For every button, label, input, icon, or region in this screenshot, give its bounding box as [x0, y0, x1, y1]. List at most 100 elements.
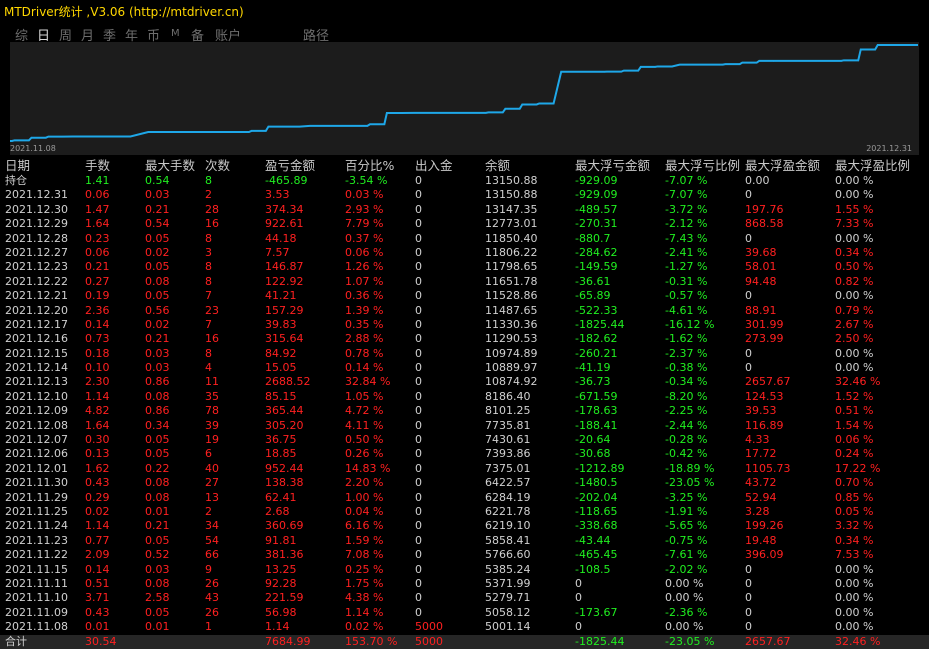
- table-cell: 1.05 %: [345, 389, 384, 403]
- equity-point: [535, 103, 538, 106]
- table-cell: 2021.12.21: [5, 289, 68, 303]
- table-cell: 0.43: [85, 476, 110, 490]
- table-cell: 19: [205, 433, 219, 447]
- table-cell: 3.53: [265, 188, 290, 202]
- table-cell: -880.7: [575, 231, 611, 245]
- table-cell: 0: [745, 346, 752, 360]
- x-axis-start-label: 2021.11.08: [10, 144, 56, 153]
- table-cell: 6422.57: [485, 476, 531, 490]
- table-cell: 2021.12.13: [5, 375, 68, 389]
- table-cell: 0.02: [85, 504, 110, 518]
- table-cell: 85.15: [265, 389, 297, 403]
- table-row: 2021.12.30 1.47 0.21 28 374.34 2.93 % 0 13147.3…: [0, 203, 929, 217]
- table-cell: 2.09: [85, 548, 110, 562]
- table-cell: 116.89: [745, 418, 784, 432]
- table-cell: 26: [205, 605, 219, 619]
- table-cell: 0.05 %: [835, 504, 874, 518]
- table-cell: 0.52: [145, 548, 170, 562]
- table-cell: 0.06 %: [835, 433, 874, 447]
- table-cell: 11528.86: [485, 289, 538, 303]
- table-cell: 952.44: [265, 461, 304, 475]
- table-cell: 0: [415, 548, 422, 562]
- table-cell: 0.77: [85, 533, 110, 547]
- table-cell: 13.25: [265, 562, 297, 576]
- table-cell: 10874.92: [485, 375, 538, 389]
- table-cell: 4: [205, 361, 212, 375]
- table-cell: 0.73: [85, 332, 110, 346]
- table-cell: 2021.11.29: [5, 490, 68, 504]
- column-header: 手数: [85, 158, 111, 173]
- table-cell: 2021.12.28: [5, 231, 68, 245]
- table-cell: 5371.99: [485, 576, 531, 590]
- equity-point: [772, 60, 775, 62]
- table-cell: 26: [205, 576, 219, 590]
- table-row: 2021.12.13 2.30 0.86 11 2688.52 32.84 % 0 10874…: [0, 375, 929, 389]
- table-cell: 1.14 %: [345, 605, 384, 619]
- table-cell: 8186.40: [485, 389, 531, 403]
- table-cell: 0.02: [145, 317, 170, 331]
- table-cell: -43.44: [575, 533, 611, 547]
- table-cell: 2.30: [85, 375, 110, 389]
- table-cell: -3.72 %: [665, 202, 708, 216]
- column-header: 最大浮盈金额: [745, 158, 821, 173]
- table-cell: 0.50 %: [835, 260, 874, 274]
- table-cell: 157.29: [265, 303, 304, 317]
- table-cell: 0.14: [85, 562, 110, 576]
- table-cell: 2: [205, 504, 212, 518]
- table-cell: -16.12 %: [665, 317, 715, 331]
- table-cell: 6.16 %: [345, 519, 384, 533]
- table-cell: 1.55 %: [835, 202, 874, 216]
- table-cell: 0.56: [145, 303, 170, 317]
- table-cell: 0.22: [145, 461, 170, 475]
- table-cell: 0.00 %: [835, 188, 874, 202]
- table-cell: 8: [205, 231, 212, 245]
- table-cell: 0: [745, 620, 752, 634]
- table-cell: 0: [415, 231, 422, 245]
- table-cell: 3.28: [745, 504, 770, 518]
- table-cell: 0: [745, 562, 752, 576]
- table-cell: 374.34: [265, 202, 304, 216]
- table-cell: 2021.12.16: [5, 332, 68, 346]
- table-cell: 54: [205, 533, 219, 547]
- table-cell: -338.68: [575, 519, 618, 533]
- table-cell: 2.50 %: [835, 332, 874, 346]
- table-cell: 39.53: [745, 404, 777, 418]
- table-cell: 0.10: [85, 361, 110, 375]
- table-cell: 0.05: [145, 433, 170, 447]
- table-cell: -41.19: [575, 361, 611, 375]
- tab-m[interactable]: M: [171, 28, 180, 39]
- table-cell: 0.54: [145, 217, 170, 231]
- table-cell: -65.89: [575, 289, 611, 303]
- table-cell: 56.98: [265, 605, 297, 619]
- table-cell: 0: [415, 217, 422, 231]
- table-cell: 0.34: [145, 418, 170, 432]
- table-cell: 0.03: [145, 188, 170, 202]
- table-cell: -3.54 %: [345, 174, 388, 187]
- table-cell: 0: [415, 404, 422, 418]
- table-cell: 34: [205, 519, 219, 533]
- equity-point: [129, 135, 132, 138]
- table-cell: 0.34 %: [835, 533, 874, 547]
- table-cell: 0: [415, 562, 422, 576]
- table-cell: 2021.12.06: [5, 447, 68, 461]
- table-cell: 0.04 %: [345, 504, 384, 518]
- table-cell: 13150.88: [485, 174, 538, 187]
- equity-point: [281, 125, 284, 128]
- table-cell: 0.01: [145, 620, 170, 634]
- table-cell: -522.33: [575, 303, 618, 317]
- table-cell: 0.14 %: [345, 361, 384, 375]
- table-row: 2021.11.30 0.43 0.08 27 138.38 2.20 % 0 6422.57…: [0, 476, 929, 490]
- table-cell: 0: [415, 361, 422, 375]
- table-cell: 2021.12.31: [5, 188, 68, 202]
- table-row: 2021.11.22 2.09 0.52 66 381.36 7.08 % 0 5766.60…: [0, 548, 929, 562]
- table-cell: 7.57: [265, 245, 290, 259]
- equity-chart: 2021.11.08 2021.12.31: [10, 42, 919, 155]
- equity-point: [11, 140, 13, 142]
- table-cell: 0.03 %: [345, 188, 384, 202]
- table-cell: -0.42 %: [665, 447, 708, 461]
- table-cell: 1.14: [265, 620, 290, 634]
- table-row: 2021.12.09 4.82 0.86 78 365.44 4.72 % 0 8101.25…: [0, 404, 929, 418]
- table-cell: -0.34 %: [665, 375, 708, 389]
- table-cell: 7: [205, 289, 212, 303]
- table-cell: -1212.89: [575, 461, 625, 475]
